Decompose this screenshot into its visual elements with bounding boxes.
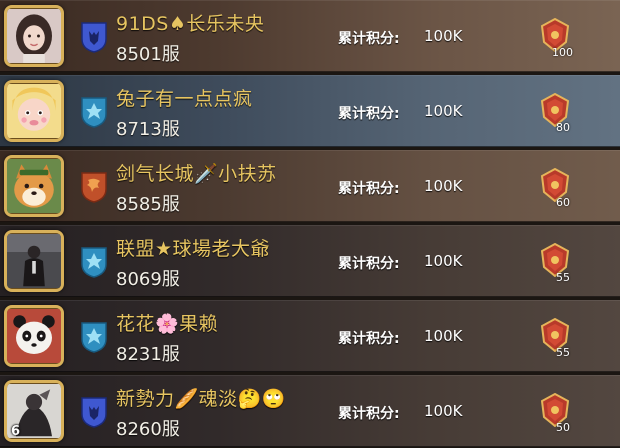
avatar-frame[interactable]: [4, 305, 64, 367]
crystal-shield-emblem-icon: [80, 96, 108, 128]
server-label: 8713服: [116, 119, 180, 140]
leaderboard-row[interactable]: 91DS♠长乐未央 8501服 累计积分: 100K 100: [0, 0, 620, 72]
crystal-shield-emblem-icon: [80, 321, 108, 353]
leaderboard-row[interactable]: 联盟★球場老大爺 8069服 累计积分: 100K 55: [0, 225, 620, 297]
rank-value: 50: [556, 421, 570, 434]
rank-value: 55: [556, 271, 570, 284]
player-name: 剑气长城🗡️小扶苏: [116, 163, 277, 185]
rank-value: 60: [556, 196, 570, 209]
avatar-frame[interactable]: [4, 5, 64, 67]
blonde-cartoon-avatar-icon: [7, 83, 61, 139]
leaderboard-row[interactable]: 兔子有一点点疯 8713服 累计积分: 100K 80: [0, 75, 620, 147]
score-value: 100K: [424, 327, 463, 345]
server-label: 8260服: [116, 419, 180, 440]
avatar-level: 6: [11, 424, 21, 439]
player-name: 91DS♠长乐未央: [116, 13, 265, 35]
player-name: 花花🌸果赖: [116, 313, 219, 335]
leaderboard-list: 91DS♠长乐未央 8501服 累计积分: 100K 100 兔子有一点点疯 8…: [0, 0, 620, 448]
server-label: 8231服: [116, 344, 180, 365]
server-label: 8069服: [116, 269, 180, 290]
avatar-frame[interactable]: [4, 80, 64, 142]
suited-figure-avatar-icon: [7, 233, 61, 289]
score-value: 100K: [424, 102, 463, 120]
crystal-shield-emblem-icon: [80, 246, 108, 278]
avatar-frame[interactable]: [4, 155, 64, 217]
score-value: 100K: [424, 252, 463, 270]
girl-portrait-icon: [7, 8, 61, 64]
score-label: 累计积分:: [338, 181, 400, 197]
score-value: 100K: [424, 402, 463, 420]
rank-value: 55: [556, 346, 570, 359]
score-label: 累计积分:: [338, 406, 400, 422]
leaderboard-row[interactable]: 6 新勢力🥖魂淡🤔🙄 8260服 累计积分: 100K 50: [0, 375, 620, 447]
leaderboard-row[interactable]: 剑气长城🗡️小扶苏 8585服 累计积分: 100K 60: [0, 150, 620, 222]
shiba-dog-avatar-icon: [7, 158, 61, 214]
wolf-shield-emblem-icon: [80, 396, 108, 428]
rank-value: 100: [552, 46, 573, 59]
score-label: 累计积分:: [338, 256, 400, 272]
score-value: 100K: [424, 177, 463, 195]
avatar-frame[interactable]: [4, 230, 64, 292]
score-label: 累计积分:: [338, 31, 400, 47]
rank-value: 80: [556, 121, 570, 134]
score-label: 累计积分:: [338, 106, 400, 122]
player-name: 兔子有一点点疯: [116, 88, 253, 110]
player-name: 新勢力🥖魂淡🤔🙄: [116, 388, 286, 410]
wolf-shield-emblem-icon: [80, 21, 108, 53]
dragon-shield-emblem-icon: [80, 171, 108, 203]
avatar-frame[interactable]: 6: [4, 380, 64, 442]
score-value: 100K: [424, 27, 463, 45]
server-label: 8585服: [116, 194, 180, 215]
score-label: 累计积分:: [338, 331, 400, 347]
leaderboard-row[interactable]: 花花🌸果赖 8231服 累计积分: 100K 55: [0, 300, 620, 372]
player-name: 联盟★球場老大爺: [116, 238, 271, 260]
panda-avatar-icon: [7, 308, 61, 364]
server-label: 8501服: [116, 44, 180, 65]
